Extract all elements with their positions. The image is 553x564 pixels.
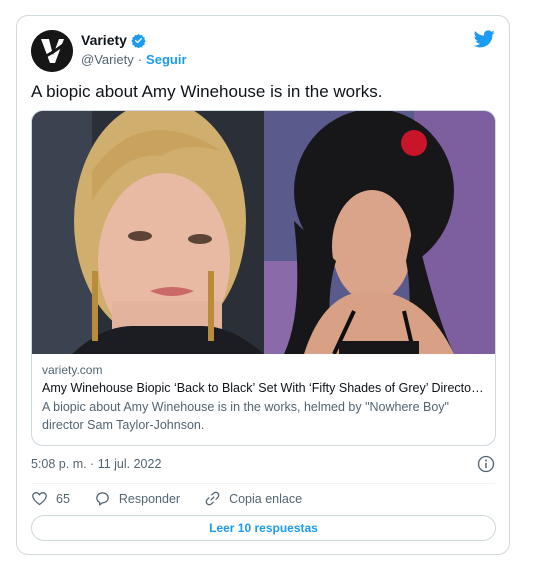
photo-left: [32, 111, 264, 354]
photo-right: [264, 111, 495, 354]
action-bar: 65 Responder Copia enlace: [31, 490, 326, 507]
tweet-text: A biopic about Amy Winehouse is in the w…: [31, 82, 383, 101]
like-count: 65: [56, 491, 70, 506]
handle-separator: ·: [137, 52, 143, 67]
follow-button[interactable]: Seguir: [146, 52, 186, 67]
twitter-bird-icon[interactable]: [474, 30, 495, 48]
author-name[interactable]: Variety: [81, 32, 127, 48]
link-icon: [205, 491, 220, 506]
copy-link-label: Copia enlace: [229, 491, 303, 506]
divider: [31, 483, 495, 484]
link-domain: variety.com: [42, 363, 103, 377]
reply-label: Responder: [118, 491, 181, 506]
author-handle[interactable]: @Variety: [81, 52, 134, 67]
avatar[interactable]: [31, 30, 73, 72]
link-preview-image[interactable]: [32, 111, 495, 354]
info-icon[interactable]: [477, 455, 495, 473]
like-button[interactable]: 65: [31, 490, 70, 507]
reply-bubble-icon: [96, 492, 109, 506]
heart-icon: [32, 492, 47, 506]
link-description: A biopic about Amy Winehouse is in the w…: [42, 400, 449, 432]
copy-link-button[interactable]: Copia enlace: [204, 490, 302, 507]
link-preview-card[interactable]: variety.com Amy Winehouse Biopic ‘Back t…: [31, 110, 496, 446]
verified-icon: [131, 33, 146, 48]
reply-button[interactable]: Responder: [94, 490, 180, 507]
tweet-card: Variety @Variety · Seguir A biopic about…: [16, 15, 510, 555]
tweet-timestamp[interactable]: 5:08 p. m. · 11 jul. 2022: [31, 457, 161, 471]
link-title[interactable]: Amy Winehouse Biopic ‘Back to Black’ Set…: [42, 379, 487, 398]
read-replies-button[interactable]: Leer 10 respuestas: [31, 515, 496, 541]
